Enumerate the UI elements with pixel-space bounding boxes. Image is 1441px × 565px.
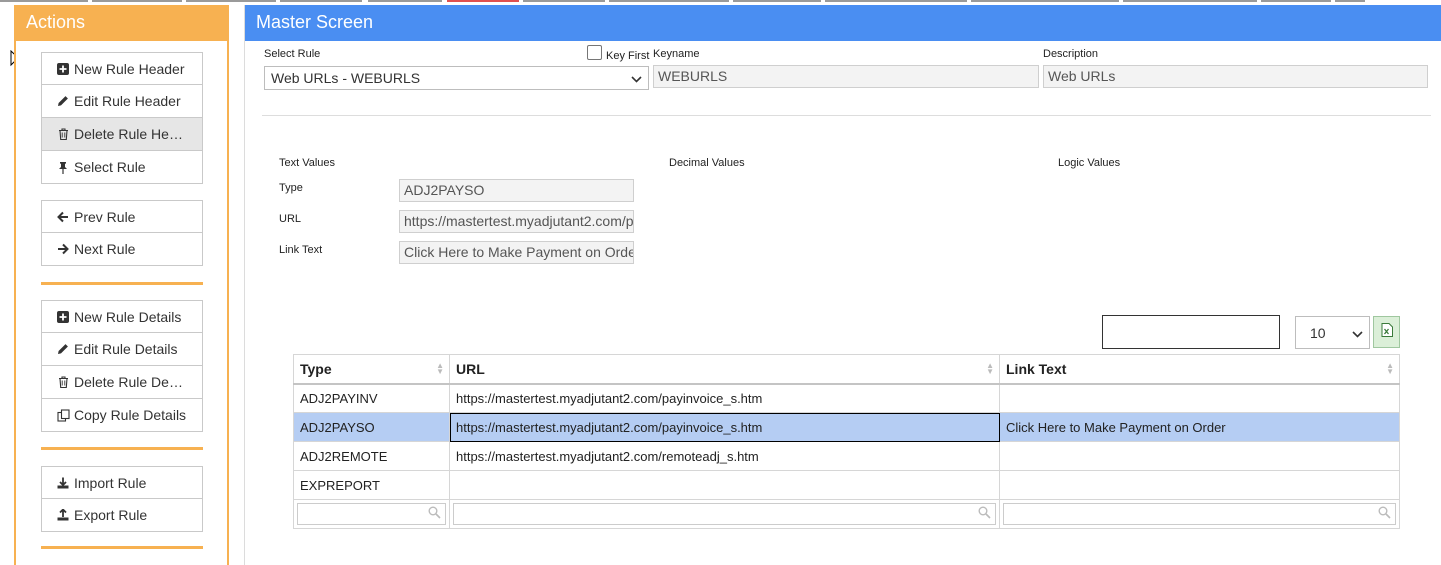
delete-rule-details-button[interactable]: Delete Rule Details xyxy=(41,366,203,399)
sort-icon: ▲ ▼ xyxy=(986,361,994,376)
filter-row xyxy=(293,499,1400,529)
top-tab-strip xyxy=(0,0,1441,3)
copy-rule-details-button[interactable]: Copy Rule Details xyxy=(41,399,203,432)
decimal-values-label: Decimal Values xyxy=(669,157,745,169)
import-rule-button[interactable]: Import Rule xyxy=(41,466,203,499)
select-rule-label: Select Rule xyxy=(264,48,321,60)
table-header-row: Type ▲ ▼ URL ▲ ▼ Link Text ▲ ▼ xyxy=(293,354,1400,385)
cell-type[interactable]: ADJ2REMOTE xyxy=(293,441,450,471)
pencil-icon xyxy=(55,95,71,107)
search-icon xyxy=(428,506,441,522)
chevron-down-icon xyxy=(631,70,642,86)
column-header-link-text[interactable]: Link Text ▲ ▼ xyxy=(999,354,1400,385)
cell-type[interactable]: ADJ2PAYINV xyxy=(293,383,450,413)
rule-details-button-group: New Rule Details Edit Rule Details Delet… xyxy=(41,300,203,432)
plus-square-icon xyxy=(55,310,71,323)
filter-input-type[interactable] xyxy=(297,503,446,525)
link-text-field[interactable]: Click Here to Make Payment on Order xyxy=(399,241,634,264)
table-row[interactable]: ADJ2REMOTE https://mastertest.myadjutant… xyxy=(293,441,1400,471)
actions-divider xyxy=(41,282,203,285)
edit-rule-details-button[interactable]: Edit Rule Details xyxy=(41,333,203,366)
filter-cell-type xyxy=(293,499,450,529)
edit-rule-header-button[interactable]: Edit Rule Header xyxy=(41,85,203,118)
actions-panel: Actions New Rule Header Edit Rule Header… xyxy=(14,5,229,565)
export-rule-button[interactable]: Export Rule xyxy=(41,499,203,532)
filter-input-url[interactable] xyxy=(453,503,996,525)
rules-table: Type ▲ ▼ URL ▲ ▼ Link Text ▲ ▼ ADJ2PAYINV h… xyxy=(293,354,1400,529)
cell-link-text[interactable] xyxy=(999,383,1400,413)
pencil-icon xyxy=(55,343,71,355)
table-row[interactable]: ADJ2PAYINV https://mastertest.myadjutant… xyxy=(293,383,1400,413)
cell-url[interactable]: https://mastertest.myadjutant2.com/payin… xyxy=(449,412,1000,442)
search-icon xyxy=(1378,506,1391,522)
pin-icon xyxy=(55,161,71,174)
sort-icon: ▲ ▼ xyxy=(436,361,444,376)
filter-cell-link-text xyxy=(999,499,1400,529)
filter-cell-url xyxy=(449,499,1000,529)
download-icon xyxy=(55,477,71,489)
cell-url[interactable] xyxy=(449,470,1000,500)
arrow-right-icon xyxy=(55,243,71,255)
cell-url[interactable]: https://mastertest.myadjutant2.com/payin… xyxy=(449,383,1000,413)
master-title: Master Screen xyxy=(245,5,1441,41)
select-rule-button[interactable]: Select Rule xyxy=(41,151,203,184)
new-rule-details-button[interactable]: New Rule Details xyxy=(41,300,203,333)
key-first-checkbox[interactable] xyxy=(587,45,602,60)
page-size-select[interactable]: 10 xyxy=(1295,316,1370,349)
description-field[interactable]: Web URLs xyxy=(1043,65,1428,88)
cell-link-text[interactable] xyxy=(999,470,1400,500)
link-text-label: Link Text xyxy=(279,244,323,256)
actions-divider xyxy=(41,447,203,450)
cell-type[interactable]: ADJ2PAYSO xyxy=(293,412,450,442)
trash-icon xyxy=(55,128,71,140)
arrow-left-icon xyxy=(55,211,71,223)
cell-url[interactable]: https://mastertest.myadjutant2.com/remot… xyxy=(449,441,1000,471)
next-rule-button[interactable]: Next Rule xyxy=(41,233,203,266)
copy-icon xyxy=(55,408,71,422)
chevron-down-icon xyxy=(1352,325,1363,341)
filter-input-link-text[interactable] xyxy=(1003,503,1396,525)
master-panel: Master Screen Select Rule Web URLs - WEB… xyxy=(244,5,1441,565)
type-label: Type xyxy=(279,182,303,194)
import-export-button-group: Import Rule Export Rule xyxy=(41,466,203,532)
rule-header-button-group: New Rule Header Edit Rule Header Delete … xyxy=(41,52,203,184)
search-icon xyxy=(978,506,991,522)
url-label: URL xyxy=(279,213,302,225)
excel-export-button[interactable] xyxy=(1373,316,1400,348)
logic-values-label: Logic Values xyxy=(1058,157,1121,169)
cell-link-text[interactable] xyxy=(999,441,1400,471)
divider xyxy=(262,115,1431,116)
url-field[interactable]: https://mastertest.myadjutant2.com/payin… xyxy=(399,210,634,233)
excel-icon xyxy=(1381,322,1393,342)
column-header-url[interactable]: URL ▲ ▼ xyxy=(449,354,1000,385)
sort-icon: ▲ ▼ xyxy=(1386,361,1394,376)
grid-search-input[interactable] xyxy=(1102,315,1280,349)
upload-icon xyxy=(55,509,71,521)
table-row[interactable]: ADJ2PAYSO https://mastertest.myadjutant2… xyxy=(293,412,1400,442)
description-label: Description xyxy=(1043,48,1099,60)
plus-square-icon xyxy=(55,62,71,75)
column-header-type[interactable]: Type ▲ ▼ xyxy=(293,354,450,385)
prev-rule-button[interactable]: Prev Rule xyxy=(41,200,203,233)
keyname-label: Keyname xyxy=(653,48,700,60)
navigation-button-group: Prev Rule Next Rule xyxy=(41,200,203,266)
trash-icon xyxy=(55,376,71,388)
cell-type[interactable]: EXPREPORT xyxy=(293,470,450,500)
select-rule-dropdown[interactable]: Web URLs - WEBURLS xyxy=(264,66,649,90)
new-rule-header-button[interactable]: New Rule Header xyxy=(41,52,203,85)
cell-link-text[interactable]: Click Here to Make Payment on Order xyxy=(999,412,1400,442)
table-row[interactable]: EXPREPORT xyxy=(293,470,1400,500)
text-values-label: Text Values xyxy=(279,157,336,169)
keyname-field[interactable]: WEBURLS xyxy=(653,65,1039,88)
actions-title: Actions xyxy=(16,5,227,41)
delete-rule-header-button[interactable]: Delete Rule Header xyxy=(41,118,203,151)
key-first-label: Key First xyxy=(606,50,650,62)
type-field[interactable]: ADJ2PAYSO xyxy=(399,179,634,202)
